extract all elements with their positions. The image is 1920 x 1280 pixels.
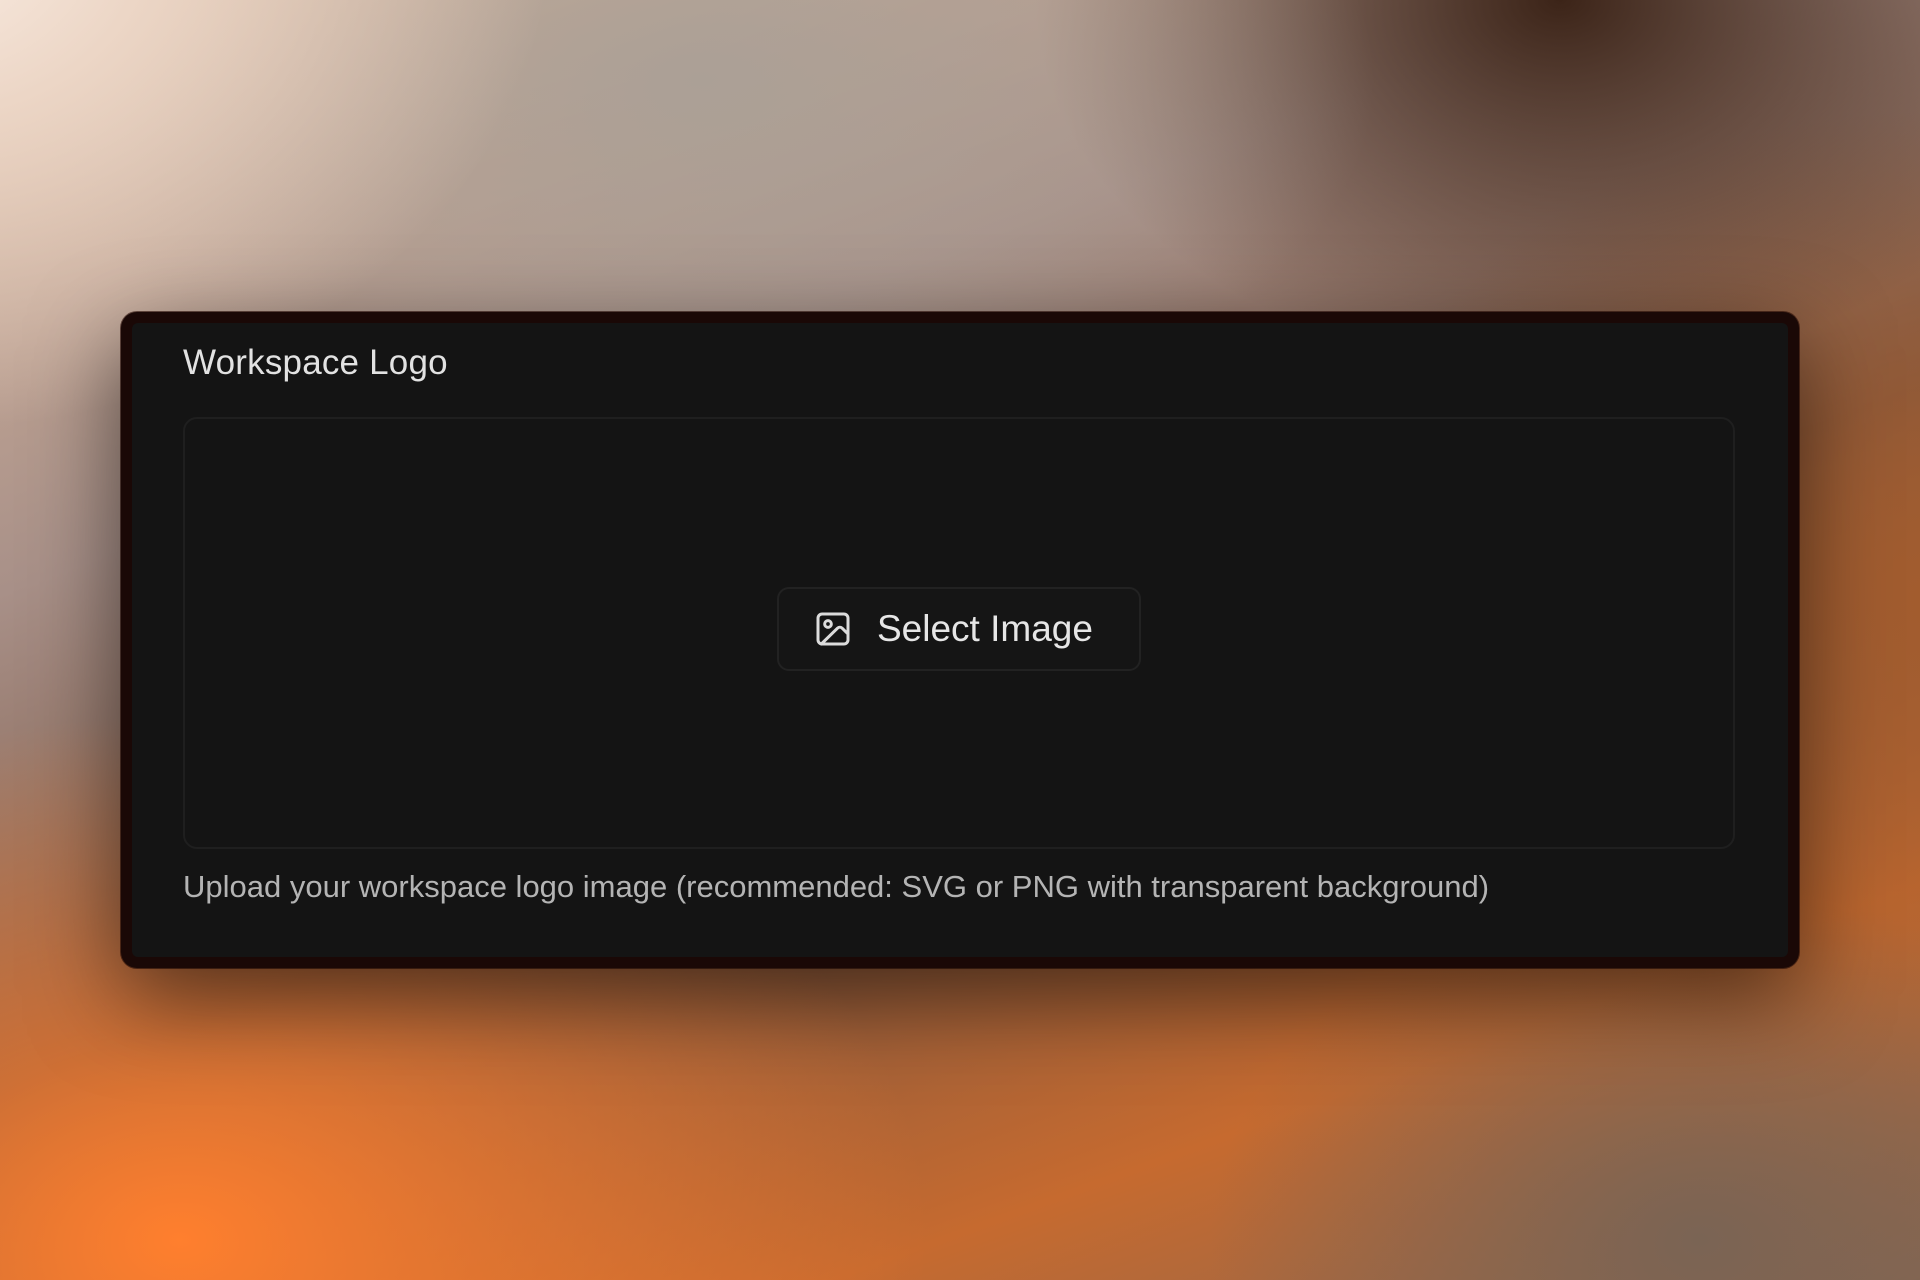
- select-image-label: Select Image: [877, 608, 1093, 649]
- logo-dropzone[interactable]: Select Image: [183, 417, 1735, 849]
- select-image-button[interactable]: Select Image: [777, 587, 1141, 671]
- image-icon: [813, 609, 853, 649]
- logo-help-text: Upload your workspace logo image (recomm…: [183, 869, 1490, 904]
- workspace-logo-panel: Workspace Logo Select Image Upload your …: [132, 323, 1788, 957]
- workspace-logo-label: Workspace Logo: [183, 343, 448, 382]
